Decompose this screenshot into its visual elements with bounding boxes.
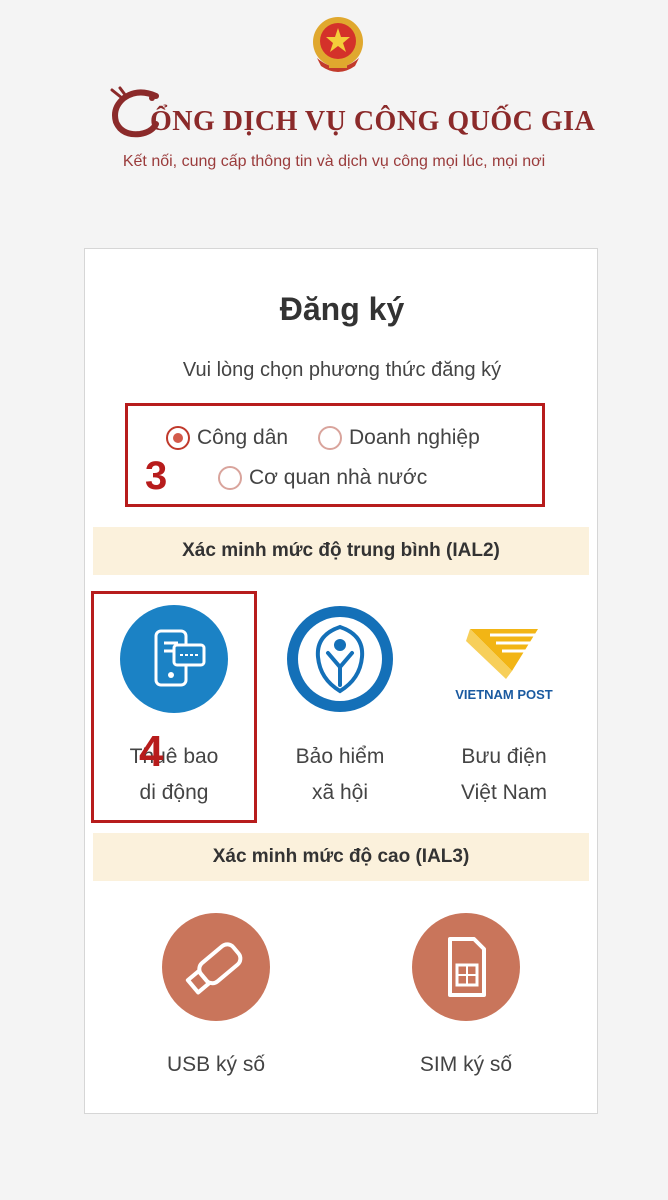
method-label: Bảo hiểm: [295, 745, 385, 768]
portal-tagline: Kết nối, cung cấp thông tin và dịch vụ c…: [122, 153, 546, 170]
register-subtitle: Vui lòng chọn phương thức đăng ký: [182, 359, 502, 381]
method-sim-token[interactable]: SIM ký số: [391, 913, 541, 1083]
radio-co-quan-nha-nuoc[interactable]: Cơ quan nhà nước: [218, 466, 427, 490]
ial3-heading: Xác minh mức độ cao (IAL3): [93, 833, 589, 881]
radio-doanh-nghiep[interactable]: Doanh nghiệp: [318, 426, 480, 450]
social-insurance-logo-icon[interactable]: [286, 605, 394, 713]
method-vietnam-post[interactable]: VIETNAM POST Bưu điện Việt Nam: [429, 605, 579, 811]
method-label-2: Việt Nam: [461, 781, 547, 804]
method-label: SIM ký số: [419, 1053, 513, 1076]
brand-header: ỔNG DỊCH VỤ CÔNG QUỐC GIA: [0, 82, 668, 142]
radio-label: Doanh nghiệp: [349, 426, 480, 449]
method-label: Thuê bao: [129, 745, 219, 768]
national-emblem-icon: [313, 17, 363, 72]
radio-checked-icon[interactable]: [166, 426, 190, 450]
method-social-insurance[interactable]: Bảo hiểm xã hội: [265, 605, 415, 811]
method-label: Bưu điện: [461, 745, 547, 768]
radio-label: Công dân: [197, 426, 289, 449]
method-mobile-subscriber[interactable]: Thuê bao di động: [99, 605, 249, 811]
method-label-2: di động: [139, 781, 209, 804]
method-label: USB ký số: [166, 1053, 266, 1076]
sim-card-icon[interactable]: [412, 913, 520, 1021]
account-type-group: Công dân Doanh nghiệp Cơ quan nhà nước 3: [125, 403, 545, 507]
vietnam-post-logo-text: VIETNAM POST: [455, 687, 553, 702]
vietnam-post-logo-icon[interactable]: VIETNAM POST: [450, 605, 558, 713]
radio-label: Cơ quan nhà nước: [249, 466, 428, 489]
method-label-2: xã hội: [311, 781, 369, 804]
radio-cong-dan[interactable]: Công dân: [166, 426, 288, 450]
radio-unchecked-icon[interactable]: [218, 466, 242, 490]
step-marker-3: 3: [145, 454, 168, 498]
register-card: Đăng ký Vui lòng chọn phương thức đăng k…: [84, 248, 598, 1114]
method-usb-token[interactable]: USB ký số: [141, 913, 291, 1083]
portal-title: ỔNG DỊCH VỤ CÔNG QUỐC GIA: [150, 106, 596, 137]
radio-unchecked-icon[interactable]: [318, 426, 342, 450]
page-title: Đăng ký: [279, 291, 405, 327]
mobile-subscriber-icon[interactable]: [120, 605, 228, 713]
ial2-heading: Xác minh mức độ trung bình (IAL2): [93, 527, 589, 575]
step-marker-4: 4: [139, 727, 164, 776]
usb-token-icon[interactable]: [162, 913, 270, 1021]
